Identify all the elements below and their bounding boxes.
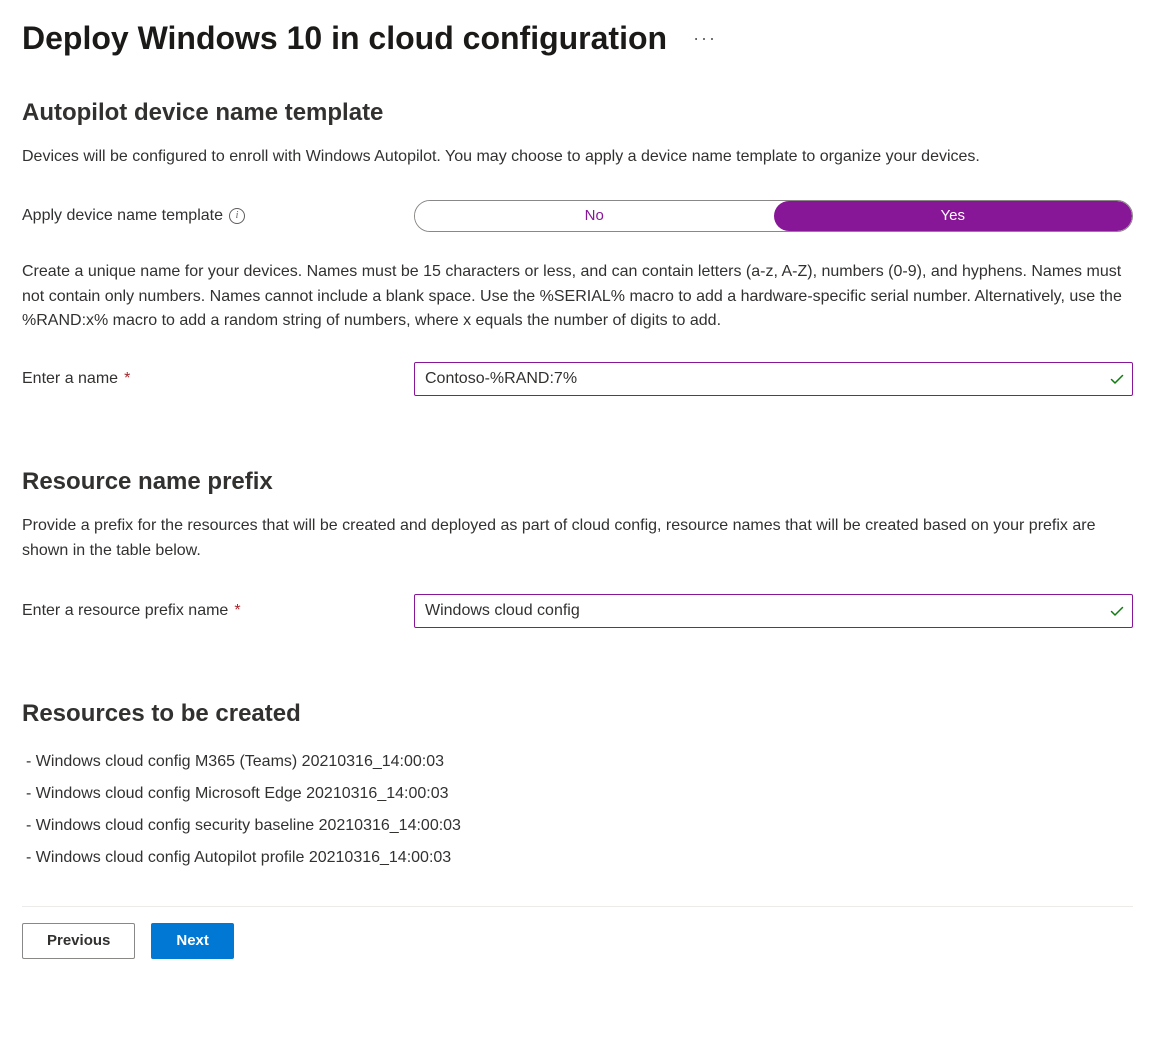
list-item: Windows cloud config M365 (Teams) 202103… — [26, 746, 1133, 778]
apply-template-toggle[interactable]: No Yes — [414, 200, 1133, 232]
required-indicator: * — [124, 370, 130, 388]
next-button[interactable]: Next — [151, 923, 234, 959]
enter-name-label: Enter a name — [22, 370, 118, 388]
resource-prefix-input[interactable] — [414, 594, 1133, 628]
name-help-text: Create a unique name for your devices. N… — [22, 260, 1122, 334]
toggle-option-yes[interactable]: Yes — [774, 201, 1133, 231]
device-name-input[interactable] — [414, 362, 1133, 396]
previous-button[interactable]: Previous — [22, 923, 135, 959]
checkmark-icon — [1109, 603, 1125, 619]
apply-template-label: Apply device name template — [22, 207, 223, 225]
page-title: Deploy Windows 10 in cloud configuration — [22, 20, 667, 57]
resources-heading: Resources to be created — [22, 700, 1133, 728]
prefix-description: Provide a prefix for the resources that … — [22, 514, 1122, 564]
prefix-heading: Resource name prefix — [22, 468, 1133, 496]
list-item: Windows cloud config Autopilot profile 2… — [26, 842, 1133, 874]
list-item: Windows cloud config security baseline 2… — [26, 810, 1133, 842]
autopilot-description: Devices will be configured to enroll wit… — [22, 145, 1122, 170]
more-actions-button[interactable]: ··· — [685, 24, 725, 53]
prefix-label: Enter a resource prefix name — [22, 602, 228, 620]
required-indicator: * — [234, 602, 240, 620]
info-icon[interactable]: i — [229, 208, 245, 224]
list-item: Windows cloud config Microsoft Edge 2021… — [26, 778, 1133, 810]
checkmark-icon — [1109, 371, 1125, 387]
toggle-option-no[interactable]: No — [415, 201, 774, 231]
resources-list: Windows cloud config M365 (Teams) 202103… — [22, 746, 1133, 874]
autopilot-heading: Autopilot device name template — [22, 99, 1133, 127]
